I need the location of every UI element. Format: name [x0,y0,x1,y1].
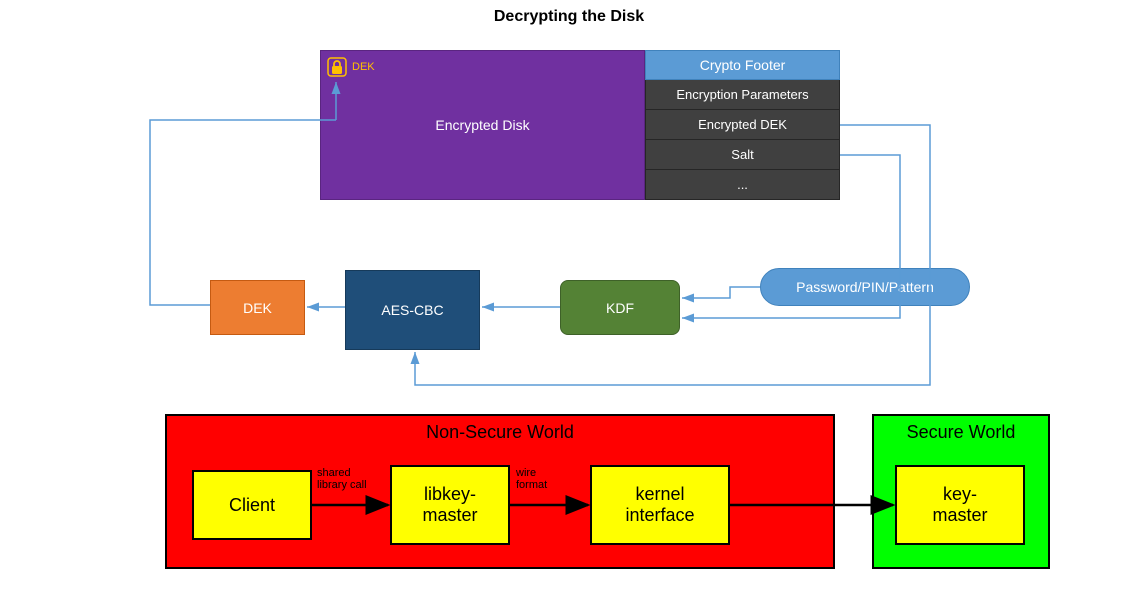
footer-row-ellipsis: ... [645,170,840,200]
shared-library-call-label: shared library call [317,467,367,491]
dek-badge: DEK [326,56,375,78]
kdf-box: KDF [560,280,680,335]
dek-box: DEK [210,280,305,335]
crypto-footer-header: Crypto Footer [645,50,840,80]
dek-badge-text: DEK [352,61,375,73]
non-secure-world-title: Non-Secure World [167,422,833,443]
footer-row-encparams: Encryption Parameters [645,80,840,110]
kernel-interface-box: kernel interface [590,465,730,545]
diagram-title: Decrypting the Disk [0,8,1138,26]
footer-row-salt: Salt [645,140,840,170]
secure-world-title: Secure World [874,422,1048,443]
libkeymaster-box: libkey- master [390,465,510,545]
lock-icon [326,56,348,78]
keymaster-box: key- master [895,465,1025,545]
aes-cbc-box: AES-CBC [345,270,480,350]
client-box: Client [192,470,312,540]
wire-format-label: wire format [516,467,547,491]
password-pill: Password/PIN/Pattern [760,268,970,306]
crypto-footer-column: Crypto Footer Encryption Parameters Encr… [645,50,840,200]
footer-row-encdek: Encrypted DEK [645,110,840,140]
